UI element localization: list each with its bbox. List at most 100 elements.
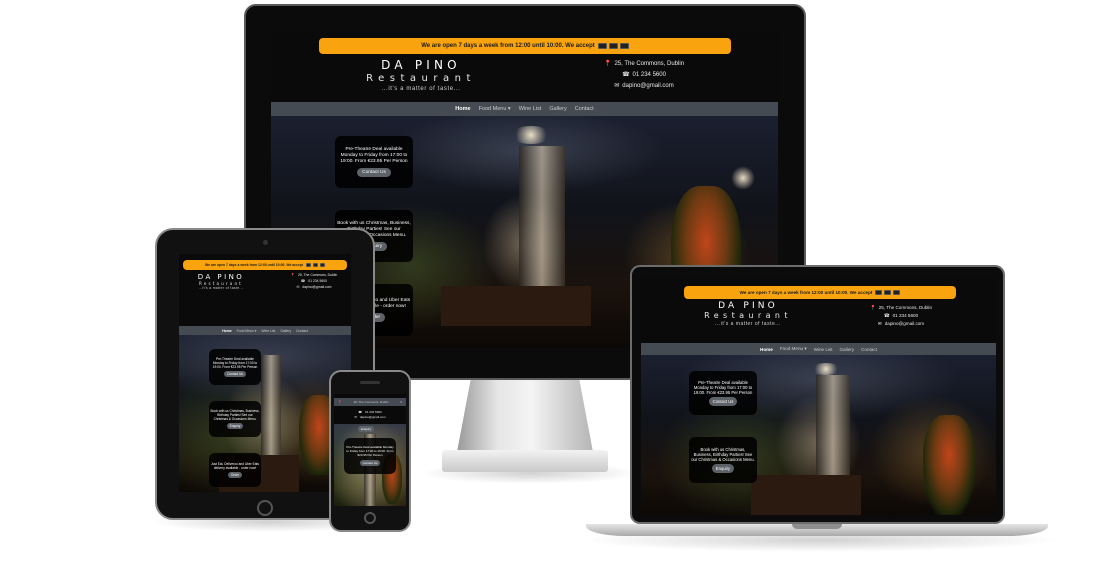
phone-screen: 📍 25, The Commons, Dublin ≡ ☎ 01 234 5600… [334,394,406,506]
email-row[interactable]: ✉ dapino@gmail.com [589,81,699,92]
restaurant-tables [751,475,861,515]
amex-card-icon [619,43,629,49]
email-row[interactable]: ✉ dapino@gmail.com [861,320,941,328]
email-row[interactable]: ✉ dapino@gmail.com [287,284,341,290]
phone-home-button[interactable] [364,512,376,524]
monitor-stand-base [442,450,608,472]
location-pin-icon: 📍 [603,61,612,67]
flower-plant [923,415,975,515]
nav-home[interactable]: Home [760,347,773,352]
nav-wine-list[interactable]: Wine List [519,106,542,112]
nav-home[interactable]: Home [222,329,231,333]
contact-us-button[interactable]: Contact Us [224,371,246,377]
phone-icon: ☎ [883,313,890,318]
ceiling-light [511,126,551,144]
restaurant-tables [441,286,591,326]
mastercard-icon [608,43,618,49]
enquiry-button[interactable]: Enquiry [358,426,375,432]
nav-wine-list[interactable]: Wine List [261,329,275,333]
enquiry-button[interactable]: Enquiry [711,464,735,474]
brand-block[interactable]: DA PINO Restaurant ...it's a matter of t… [191,273,251,290]
laptop-screen: We are open 7 days a week from 12:00 unt… [641,277,996,515]
nav-gallery[interactable]: Gallery [840,347,855,352]
contact-block: 📍 25, The Commons, Dublin ☎ 01 234 5600 ✉ d… [861,304,941,328]
phone-row[interactable]: ☎ 01 234 5600 [589,70,699,81]
payment-icons [875,290,901,295]
hero-background-image [179,335,351,492]
email-text: dapino@gmail.com [302,285,332,289]
promo-text: Pre-Theatre Deal available Monday to Fri… [212,357,258,369]
brand-block[interactable]: DA PINO Restaurant ...it's a matter of t… [703,301,793,327]
laptop: We are open 7 days a week from 12:00 unt… [586,265,1048,540]
brand-tagline: ...it's a matter of taste... [715,321,781,327]
amex-card-icon [320,263,326,267]
brand-block[interactable]: DA PINO Restaurant ...it's a matter of t… [361,58,481,92]
brand-subtitle: Restaurant [704,311,792,320]
address-text: 25, The Commons, Dublin [878,305,932,310]
main-navbar: Home Food Menu ▾ Wine List Gallery Conta… [179,326,351,335]
promo-card-delivery: Just Eat, Deliveroo and Uber Eats delive… [209,453,261,487]
banner-text: We are open 7 days a week from 12:00 unt… [421,43,595,49]
promo-card-christmas: Book with us Christmas, Business, Birthd… [209,401,261,437]
promo-card-pre-theatre: Pre-Theatre Deal available Monday to Fri… [335,136,413,188]
mobile-navbar: 📍 25, The Commons, Dublin ≡ [334,398,406,406]
main-navbar: Home Food Menu ▾ Wine List Gallery Conta… [641,343,996,355]
brand-name: DA PINO [718,301,778,311]
nav-contact[interactable]: Contact [861,347,877,352]
phone-text: 01 234 5600 [892,313,919,318]
nav-food-menu[interactable]: Food Menu ▾ [780,346,807,352]
brand-name: DA PINO [381,58,461,72]
brand-tagline: ...it's a matter of taste... [198,286,244,290]
tablet-screen: We are open 7 days a week from 12:00 unt… [179,254,351,492]
promo-text: Just Eat, Deliveroo and Uber Eats delive… [210,462,259,470]
visa-card-icon [306,263,312,267]
envelope-icon: ✉ [354,415,357,419]
address-row: 📍 25, The Commons, Dublin [589,59,699,70]
banner-text: We are open 7 days a week from 12:00 unt… [204,263,304,267]
promo-text: Pre-Theatre Deal available Monday to Fri… [340,147,408,164]
envelope-icon: ✉ [296,285,300,289]
smartphone: 📍 25, The Commons, Dublin ≡ ☎ 01 234 5600… [329,370,411,532]
nav-food-menu[interactable]: Food Menu ▾ [479,106,511,112]
address-row: 📍 25, The Commons, Dublin [861,304,941,312]
website-mobile-view: 📍 25, The Commons, Dublin ≡ ☎ 01 234 5600… [334,394,406,506]
order-button[interactable]: Order [227,472,243,478]
ceiling-light [811,363,841,375]
opening-hours-banner: We are open 7 days a week from 12:00 unt… [684,286,956,299]
contact-us-button[interactable]: Contact Us [359,459,381,466]
nav-contact[interactable]: Contact [296,329,308,333]
email-text: dapino@gmail.com [359,415,386,419]
nav-home[interactable]: Home [455,106,470,112]
contact-block: 📍 25, The Commons, Dublin ☎ 01 234 5600 ✉ d… [287,272,341,290]
contact-block: 📍 25, The Commons, Dublin ☎ 01 234 5600 ✉ d… [589,59,699,92]
phone-text: 01 234 5600 [632,72,666,78]
nav-gallery[interactable]: Gallery [549,106,566,112]
brand-tagline: ...it's a matter of taste... [381,86,461,92]
hamburger-menu-icon[interactable]: ≡ [400,400,402,404]
promo-text: Pre-Theatre Deal available Monday to Fri… [346,445,394,457]
nav-wine-list[interactable]: Wine List [814,347,833,352]
envelope-icon: ✉ [614,83,620,89]
opening-hours-banner: We are open 7 days a week from 12:00 unt… [183,260,347,270]
amex-card-icon [893,290,901,295]
laptop-opening-notch [792,524,842,529]
tablet-camera [263,240,268,245]
main-navbar: Home Food Menu ▾ Wine List Gallery Conta… [271,102,778,116]
phone-row[interactable]: ☎ 01 234 5600 [861,312,941,320]
brand-name: DA PINO [197,273,245,281]
opening-hours-banner: We are open 7 days a week from 12:00 unt… [319,38,731,54]
nav-gallery[interactable]: Gallery [280,329,291,333]
envelope-icon: ✉ [877,321,882,326]
tablet-home-button[interactable] [257,500,273,516]
address-text: 25, The Commons, Dublin [614,61,685,67]
website-laptop-view: We are open 7 days a week from 12:00 unt… [641,277,996,515]
location-pin-icon: 📍 [869,305,876,310]
contact-us-button[interactable]: Contact Us [357,167,391,177]
email-row[interactable]: ✉ dapino@gmail.com [338,415,402,420]
nav-contact[interactable]: Contact [575,106,594,112]
promo-card-christmas: Book with us Christmas, Business, Birthd… [689,437,757,483]
payment-icons [597,43,629,49]
nav-food-menu[interactable]: Food Menu ▾ [237,329,257,333]
enquiry-button[interactable]: Enquiry [226,423,244,429]
contact-us-button[interactable]: Contact Us [708,397,738,407]
